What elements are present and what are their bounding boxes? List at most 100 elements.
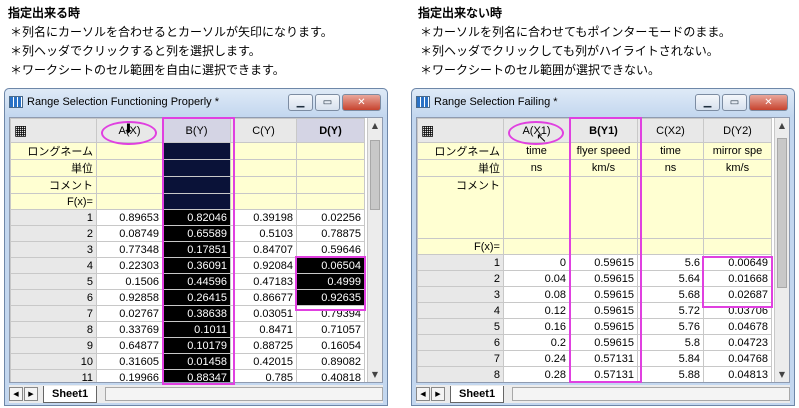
cell[interactable]: 0.92858 (96, 289, 163, 306)
cell[interactable]: 0.42015 (230, 353, 297, 370)
scroll-up-icon[interactable]: ▲ (775, 118, 789, 133)
column-header[interactable]: C(Y) (230, 118, 297, 143)
cell[interactable]: 5.84 (637, 350, 704, 367)
close-button[interactable]: ✕ (342, 93, 381, 111)
scroll-up-icon[interactable]: ▲ (368, 118, 382, 133)
unit-cell[interactable]: km/s (703, 159, 772, 177)
cell[interactable]: 0.16054 (296, 337, 365, 354)
scroll-down-icon[interactable]: ▼ (775, 367, 789, 382)
minimize-button[interactable]: ▁ (288, 93, 313, 111)
row-header[interactable]: 6 (417, 334, 504, 351)
vertical-scrollbar[interactable]: ▲ ▼ (367, 118, 382, 382)
scroll-down-icon[interactable]: ▼ (368, 367, 382, 382)
select-all-corner[interactable]: ▦ (10, 118, 97, 143)
cell[interactable]: 0.39198 (230, 209, 297, 226)
column-header[interactable]: C(X2) (637, 118, 704, 143)
row-header[interactable]: 5 (417, 318, 504, 335)
row-header[interactable]: 7 (10, 305, 97, 322)
horizontal-scrollbar[interactable] (512, 387, 790, 401)
cell[interactable]: 0.92084 (230, 257, 297, 274)
cell[interactable]: 0.71057 (296, 321, 365, 338)
longname-cell[interactable]: time (637, 142, 704, 160)
row-header[interactable]: 6 (10, 289, 97, 306)
cell[interactable]: 0.5103 (230, 225, 297, 242)
cell[interactable]: 5.6 (637, 254, 704, 271)
cell[interactable]: 0.47183 (230, 273, 297, 290)
vertical-scrollbar[interactable]: ▲ ▼ (774, 118, 789, 382)
row-header[interactable]: 4 (417, 302, 504, 319)
row-header[interactable]: 2 (417, 270, 504, 287)
cell[interactable]: 0.24 (503, 350, 570, 367)
cell[interactable]: 0.04 (503, 270, 570, 287)
sheet-tab[interactable]: Sheet1 (43, 385, 98, 403)
maximize-button[interactable]: ▭ (722, 93, 747, 111)
cell[interactable]: 5.64 (637, 270, 704, 287)
cell[interactable]: 0.77348 (96, 241, 163, 258)
unit-cell[interactable]: ns (637, 159, 704, 177)
unit-cell[interactable]: ns (503, 159, 570, 177)
row-header[interactable]: 1 (10, 209, 97, 226)
cell[interactable]: 0.12 (503, 302, 570, 319)
row-header[interactable]: 5 (10, 273, 97, 290)
left-window-titlebar[interactable]: Range Selection Functioning Properly * ▁… (5, 89, 387, 115)
cell[interactable]: 0.40818 (296, 369, 365, 382)
cell[interactable]: 5.8 (637, 334, 704, 351)
sheet-prev-icon[interactable]: ◀ (416, 387, 430, 401)
cell[interactable]: 0.84707 (230, 241, 297, 258)
row-header[interactable]: 11 (10, 369, 97, 382)
sheet-next-icon[interactable]: ▶ (24, 387, 38, 401)
cell[interactable]: 0.78875 (296, 225, 365, 242)
cell[interactable]: 0.785 (230, 369, 297, 382)
cell[interactable]: 0.04813 (703, 366, 772, 382)
cell[interactable]: 0.2 (503, 334, 570, 351)
left-worksheet-window[interactable]: Range Selection Functioning Properly * ▁… (4, 88, 388, 406)
cell[interactable]: 0.88725 (230, 337, 297, 354)
cell[interactable]: 5.88 (637, 366, 704, 382)
longname-cell[interactable]: mirror spe (703, 142, 772, 160)
sheet-tab[interactable]: Sheet1 (450, 385, 505, 403)
row-header[interactable]: 1 (417, 254, 504, 271)
cell[interactable]: 0.8471 (230, 321, 297, 338)
column-header[interactable]: D(Y) (296, 118, 365, 143)
cell[interactable]: 0.08749 (96, 225, 163, 242)
cell[interactable]: 5.76 (637, 318, 704, 335)
cell[interactable]: 0.1506 (96, 273, 163, 290)
cell[interactable]: 0.33769 (96, 321, 163, 338)
row-header[interactable]: 7 (417, 350, 504, 367)
column-header[interactable]: D(Y2) (703, 118, 772, 143)
minimize-button[interactable]: ▁ (695, 93, 720, 111)
cell[interactable]: 0.64877 (96, 337, 163, 354)
close-button[interactable]: ✕ (749, 93, 788, 111)
cell[interactable]: 0.04768 (703, 350, 772, 367)
row-header[interactable]: 4 (10, 257, 97, 274)
cell[interactable]: 5.68 (637, 286, 704, 303)
cell[interactable]: 0.31605 (96, 353, 163, 370)
sheet-prev-icon[interactable]: ◀ (9, 387, 23, 401)
select-all-corner[interactable]: ▦ (417, 118, 504, 143)
cell[interactable]: 0.22303 (96, 257, 163, 274)
row-header[interactable]: 8 (417, 366, 504, 382)
right-worksheet-window[interactable]: Range Selection Failing * ▁ ▭ ✕ ▦ A(X1) … (411, 88, 795, 406)
row-header[interactable]: 9 (10, 337, 97, 354)
row-header[interactable]: 2 (10, 225, 97, 242)
cell[interactable]: 5.72 (637, 302, 704, 319)
cell[interactable]: 0 (503, 254, 570, 271)
cell[interactable]: 0.89653 (96, 209, 163, 226)
row-header[interactable]: 10 (10, 353, 97, 370)
cell[interactable]: 0.03051 (230, 305, 297, 322)
row-header[interactable]: 8 (10, 321, 97, 338)
cell[interactable]: 0.02767 (96, 305, 163, 322)
cell[interactable]: 0.16 (503, 318, 570, 335)
cell[interactable]: 0.28 (503, 366, 570, 382)
row-header[interactable]: 3 (417, 286, 504, 303)
cell[interactable]: 0.86677 (230, 289, 297, 306)
cell[interactable]: 0.19966 (96, 369, 163, 382)
cell[interactable]: 0.89082 (296, 353, 365, 370)
cell[interactable]: 0.04723 (703, 334, 772, 351)
cell[interactable]: 0.08 (503, 286, 570, 303)
scroll-thumb[interactable] (777, 138, 787, 288)
scroll-thumb[interactable] (370, 140, 380, 210)
right-window-titlebar[interactable]: Range Selection Failing * ▁ ▭ ✕ (412, 89, 794, 115)
sheet-next-icon[interactable]: ▶ (431, 387, 445, 401)
cell[interactable]: 0.02256 (296, 209, 365, 226)
